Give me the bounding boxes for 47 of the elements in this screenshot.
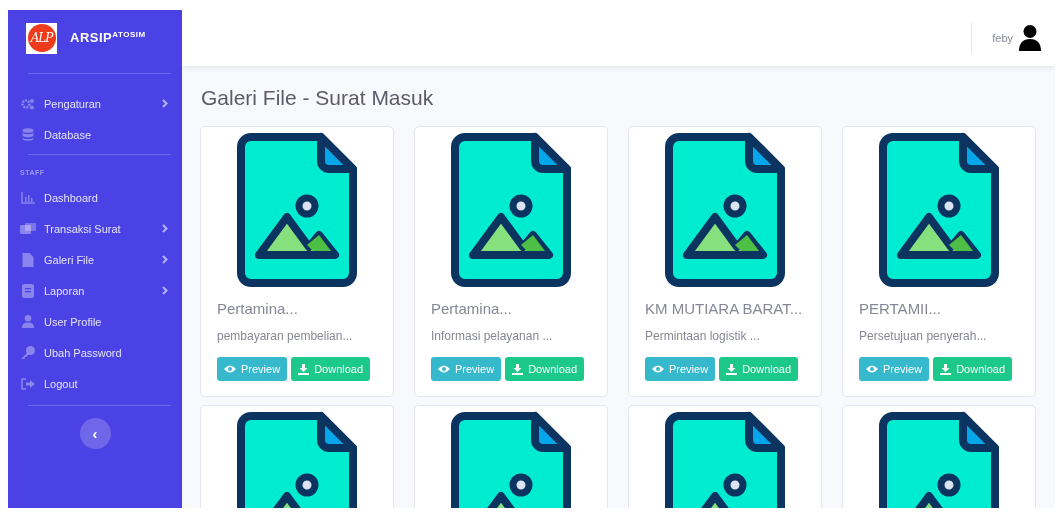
sidebar-item[interactable]: Ubah Password bbox=[8, 337, 182, 368]
sidebar-item[interactable]: Dashboard bbox=[8, 182, 182, 213]
eye-icon bbox=[652, 365, 664, 373]
file-icon bbox=[20, 252, 36, 267]
sidebar-item[interactable]: Database bbox=[8, 119, 182, 150]
file-title: Pertamina... bbox=[431, 300, 513, 317]
file-description: Permintaan logistik ... bbox=[645, 329, 761, 343]
download-icon bbox=[512, 363, 524, 375]
preview-button[interactable]: Preview bbox=[645, 357, 716, 381]
sidebar-item[interactable]: Logout bbox=[8, 368, 182, 399]
sidebar-toggle-button[interactable]: ‹ bbox=[79, 418, 111, 449]
image-file-icon bbox=[449, 131, 573, 287]
page-title: Galeri File - Surat Masuk bbox=[201, 86, 435, 110]
image-file-icon bbox=[235, 131, 359, 287]
preview-button[interactable]: Preview bbox=[431, 357, 502, 381]
logout-icon bbox=[20, 377, 36, 390]
envelopes-icon bbox=[20, 222, 36, 235]
key-icon bbox=[20, 346, 36, 359]
file-description: Informasi pelayanan ... bbox=[431, 329, 554, 343]
file-description: Persetujuan penyerah... bbox=[859, 329, 988, 343]
image-file-icon bbox=[663, 131, 787, 287]
image-file-icon bbox=[877, 131, 1001, 287]
database-icon bbox=[20, 128, 36, 141]
file-title: Pertamina... bbox=[217, 300, 299, 317]
eye-icon bbox=[224, 365, 236, 373]
sidebar-item[interactable]: Transaksi Surat bbox=[8, 213, 182, 244]
sidebar-item[interactable]: Pengaturan bbox=[8, 88, 182, 119]
download-icon bbox=[940, 363, 952, 375]
sidebar-item[interactable]: Galeri File bbox=[8, 244, 182, 275]
preview-button[interactable]: Preview bbox=[859, 357, 930, 381]
file-description: pembayaran pembelian... bbox=[217, 329, 354, 343]
logo: ALP bbox=[26, 22, 57, 54]
file-title: KM MUTIARA BARAT... bbox=[645, 300, 804, 317]
download-icon bbox=[726, 363, 738, 375]
file-title: PERTAMII... bbox=[859, 300, 942, 317]
eye-icon bbox=[438, 365, 450, 373]
book-icon bbox=[20, 283, 36, 298]
download-icon bbox=[298, 363, 310, 375]
preview-button[interactable]: Preview bbox=[217, 357, 288, 381]
sidebar-item[interactable]: User Profile bbox=[8, 306, 182, 337]
eye-icon bbox=[866, 365, 878, 373]
user-icon[interactable] bbox=[1019, 25, 1041, 51]
chart-icon bbox=[20, 191, 36, 204]
user-name[interactable]: feby bbox=[992, 32, 1013, 44]
brand-name: ARSIP$^{ATOSIM}$ bbox=[70, 30, 146, 46]
sidebar-item[interactable]: Laporan bbox=[8, 275, 182, 306]
user-icon bbox=[20, 315, 36, 328]
